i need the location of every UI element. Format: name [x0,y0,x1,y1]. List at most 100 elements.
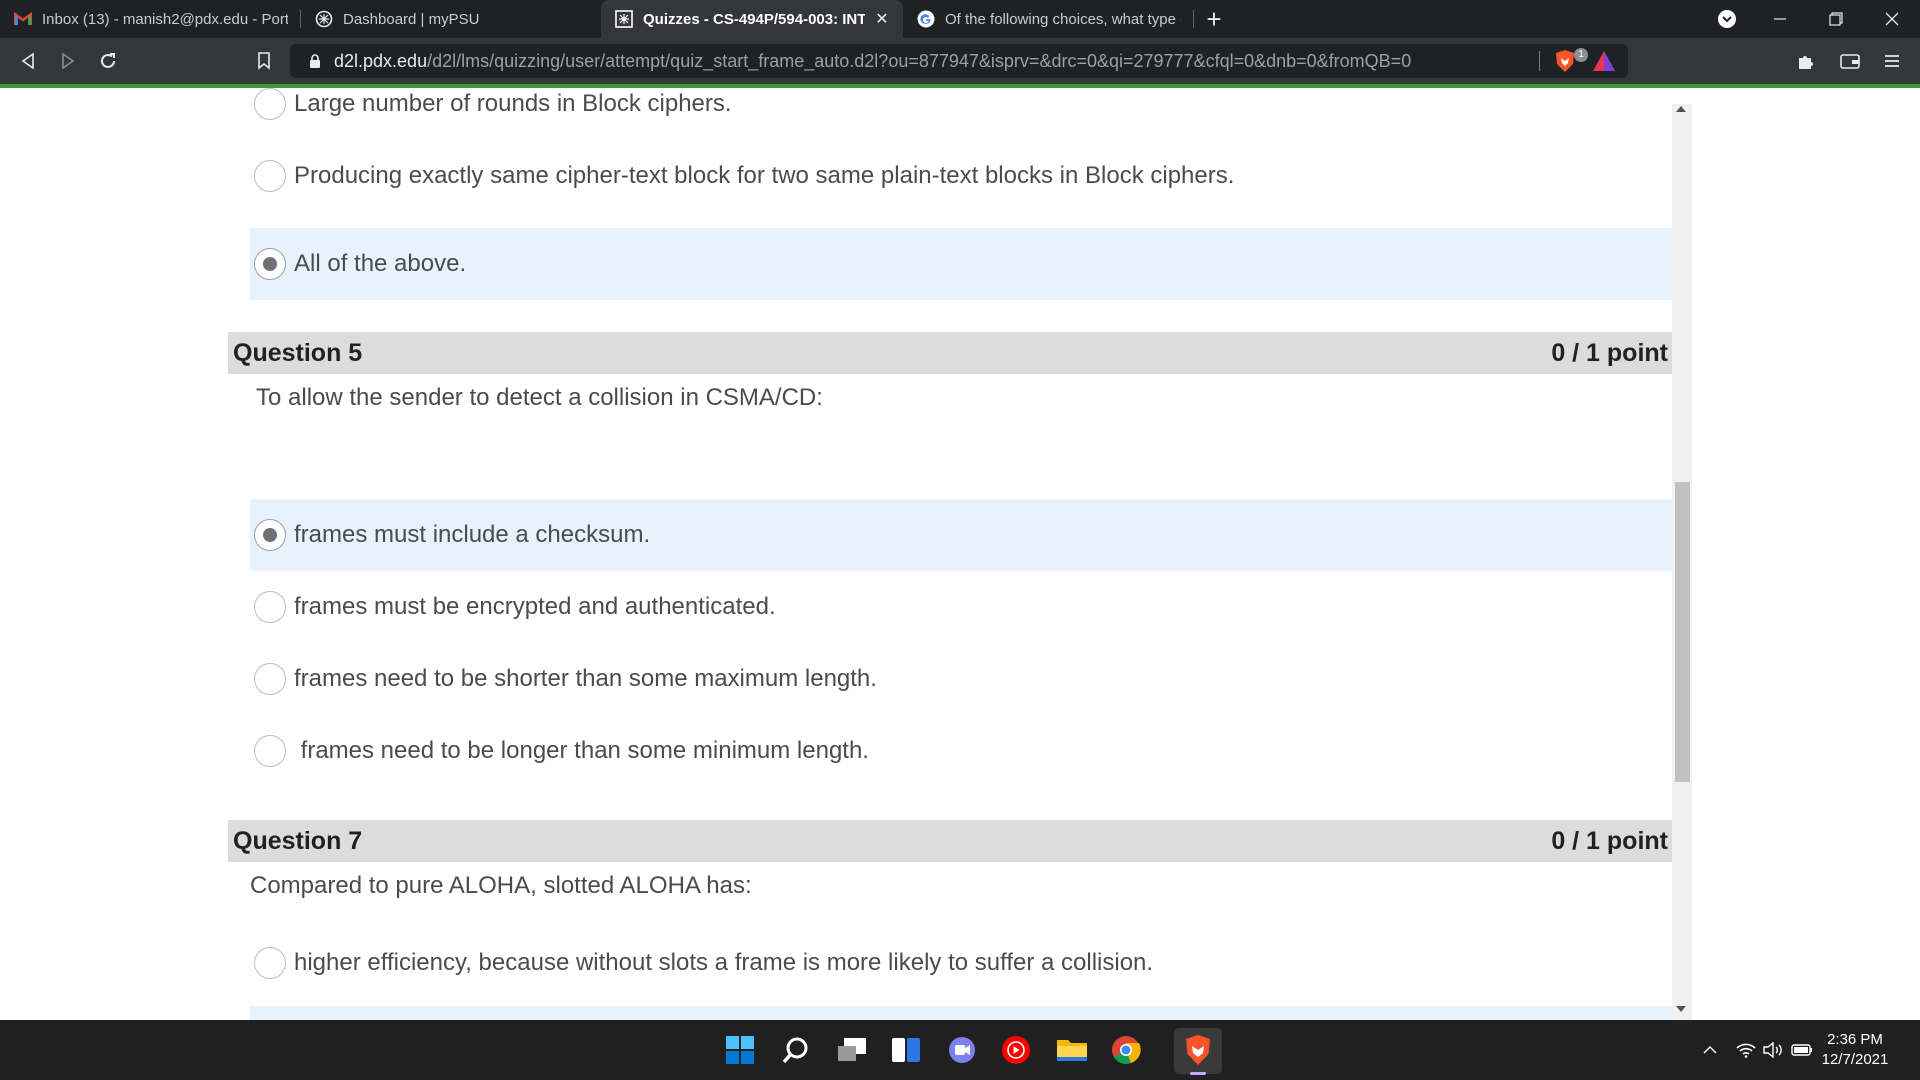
radio-button[interactable] [254,663,286,695]
youtube-music-icon[interactable] [996,1030,1036,1070]
question-points: 0 / 1 point [1551,338,1668,367]
radio-button-checked[interactable] [254,519,286,551]
hamburger-menu-icon [1885,55,1899,67]
chrome-icon[interactable] [1106,1030,1146,1070]
new-tab-button[interactable]: + [1194,0,1234,38]
tab-gmail[interactable]: Inbox (13) - manish2@pdx.edu - Portla [0,0,300,38]
close-tab-icon[interactable]: ✕ [873,9,891,29]
brave-shields-button[interactable]: 1 [1554,48,1588,73]
radio-dot [263,528,277,542]
show-hidden-icons-button[interactable] [1696,1045,1724,1055]
puzzle-icon [1799,56,1813,69]
radio-button[interactable] [254,735,286,767]
radio-button[interactable] [254,160,286,192]
tab-title: Dashboard | myPSU [343,10,480,28]
teams-chat-icon[interactable] [942,1030,982,1070]
close-icon [1885,12,1899,26]
radio-button[interactable] [254,88,286,120]
clock-time: 2:36 PM [1827,1031,1883,1048]
window-controls [1702,0,1920,38]
system-tray [1696,1020,1816,1080]
choice-row-selected[interactable]: frames must include a checksum. [250,499,1672,571]
tab-google-search[interactable]: Of the following choices, what type of [903,0,1193,38]
url-text: d2l.pdx.edu/d2l/lms/quizzing/user/attemp… [334,51,1574,72]
question-title: Question 7 [233,826,363,855]
google-icon [917,10,935,28]
brave-shield-icon [1556,50,1574,72]
choice-label: Producing exactly same cipher-text block… [294,162,1235,189]
choice-row[interactable]: Large number of rounds in Block ciphers. [250,88,1672,140]
windows-start-icon[interactable] [720,1030,760,1070]
volume-icon[interactable] [1760,1042,1788,1058]
radio-button[interactable] [254,947,286,979]
reload-icon [101,53,115,68]
chevron-down-icon [1718,10,1736,28]
url-path: /d2l/lms/quizzing/user/attempt/quiz_star… [427,50,1412,71]
tab-search-button[interactable] [1702,0,1752,38]
choice-label: Large number of rounds in Block ciphers. [294,90,732,117]
gmail-icon [14,10,32,28]
restore-button[interactable] [1808,0,1864,38]
menu-button[interactable] [1872,38,1912,84]
widgets-icon[interactable] [886,1030,926,1070]
shield-badge: 1 [1574,48,1588,62]
question-prompt: Compared to pure ALOHA, slotted ALOHA ha… [250,872,752,899]
choice-row[interactable]: Producing exactly same cipher-text block… [250,140,1672,212]
radio-button-checked[interactable] [254,248,286,280]
choice-label: All of the above. [294,250,467,277]
browser-tab-strip: Inbox (13) - manish2@pdx.edu - Portla Da… [0,0,1920,38]
choice-row-selected[interactable]: All of the above. [250,228,1672,300]
question-prompt: To allow the sender to detect a collisio… [256,384,823,411]
radio-dot [263,257,277,271]
address-bar[interactable]: d2l.pdx.edu/d2l/lms/quizzing/user/attemp… [290,44,1628,78]
clock-date: 12/7/2021 [1821,1051,1889,1068]
forward-button[interactable] [48,38,88,84]
tab-quizzes[interactable]: Quizzes - CS-494P/594-003: INTE ✕ [601,0,903,38]
tab-title: Quizzes - CS-494P/594-003: INTE [643,10,865,28]
question-header: Question 7 0 / 1 point [228,820,1672,862]
system-clock[interactable]: 2:36 PM 12/7/2021 [1810,1030,1900,1070]
bookmark-button[interactable] [244,38,284,84]
extensions-button[interactable] [1786,38,1826,84]
psu-icon [315,10,333,28]
wifi-icon[interactable] [1732,1042,1760,1058]
restore-icon [1829,12,1843,26]
scrollbar-thumb[interactable] [1675,482,1690,782]
search-icon[interactable] [776,1030,816,1070]
back-arrow-icon [21,53,34,69]
question-header: Question 5 0 / 1 point [228,332,1672,374]
wallet-button[interactable] [1830,38,1870,84]
psu-icon [615,10,633,28]
chevron-up-icon [1703,1046,1717,1054]
reload-button[interactable] [88,38,128,84]
choice-row[interactable]: higher efficiency, because without slots… [250,927,1672,999]
file-explorer-icon[interactable] [1052,1030,1092,1070]
task-view-icon[interactable] [832,1030,872,1070]
scroll-down-arrow-icon[interactable] [1676,1006,1686,1012]
choice-label: frames must be encrypted and authenticat… [294,593,776,620]
question-title: Question 5 [233,338,363,367]
bookmark-icon [258,52,270,70]
browser-toolbar: d2l.pdx.edu/d2l/lms/quizzing/user/attemp… [0,38,1920,84]
choice-row[interactable]: frames must be encrypted and authenticat… [250,571,1672,643]
brave-rewards-icon [1593,51,1615,71]
radio-button[interactable] [254,591,286,623]
tab-title: Of the following choices, what type of [945,10,1181,28]
choice-label: frames need to be longer than some minim… [294,737,869,764]
forward-arrow-icon [62,53,75,69]
lock-icon [310,54,320,68]
brave-rewards-button[interactable] [1592,50,1616,77]
close-window-button[interactable] [1864,0,1920,38]
choice-label: frames need to be shorter than some maxi… [294,665,877,692]
scroll-up-arrow-icon[interactable] [1676,106,1686,112]
tab-title: Inbox (13) - manish2@pdx.edu - Portla [42,10,288,28]
choice-row-partial[interactable] [250,1006,1672,1020]
minimize-button[interactable] [1752,0,1808,38]
brave-icon[interactable] [1178,1030,1218,1070]
choice-row[interactable]: frames need to be shorter than some maxi… [250,643,1672,715]
choice-row[interactable]: frames need to be longer than some minim… [250,715,1672,787]
tab-dashboard[interactable]: Dashboard | myPSU [301,0,601,38]
divider [1539,51,1540,71]
choice-label: frames must include a checksum. [294,521,651,548]
back-button[interactable] [8,38,48,84]
